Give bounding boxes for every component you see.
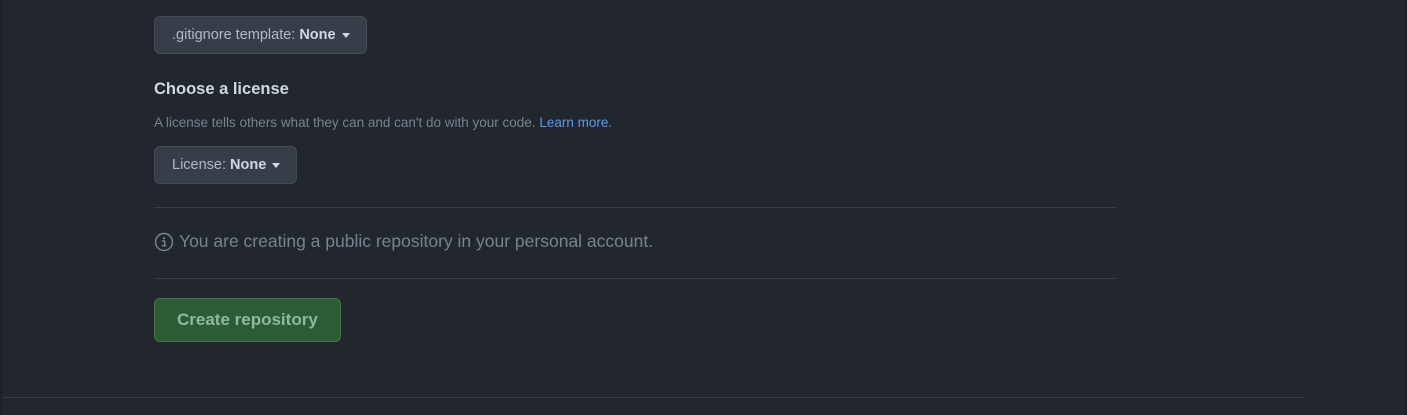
visibility-notice: You are creating a public repository in … [154,231,653,252]
caret-down-icon [341,32,350,38]
caret-down-icon [272,162,281,168]
license-description-text: A license tells others what they can and… [154,115,536,130]
create-repository-button[interactable]: Create repository [154,298,341,342]
gitignore-value: None [299,27,336,43]
info-icon [154,232,174,251]
divider [154,278,1116,279]
notice-text: You are creating a public repository in … [179,231,654,251]
left-border [0,0,2,415]
gitignore-label: .gitignore template: [172,27,296,43]
license-dropdown[interactable]: License: None [154,146,298,184]
license-description: A license tells others what they can and… [154,115,612,130]
license-value: None [230,157,267,173]
gitignore-template-dropdown[interactable]: .gitignore template: None [154,16,367,54]
license-label: License: [172,157,227,173]
page: .gitignore template: None Choose a licen… [0,0,1407,415]
footer-divider [2,397,1304,398]
divider [154,207,1116,208]
learn-more-link[interactable]: Learn more. [539,115,612,130]
license-heading: Choose a license [154,80,289,98]
